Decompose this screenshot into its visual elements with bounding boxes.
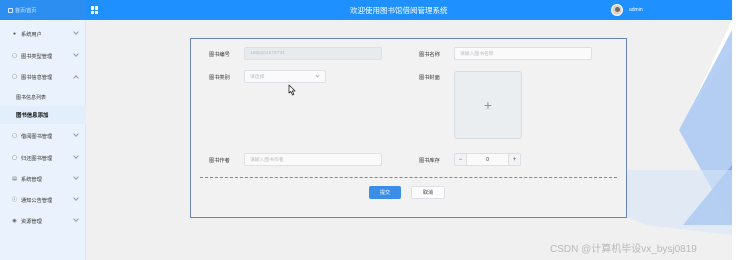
user-menu[interactable]: admin xyxy=(611,4,643,16)
top-bar: 首页/首页 欢迎使用图书馆借阅管理系统 admin xyxy=(0,0,732,20)
sidebar-item-label: 资源管理 xyxy=(21,218,42,225)
sidebar-item-borrow[interactable]: ▢ 借阅图书管理 xyxy=(0,127,86,145)
breadcrumb[interactable]: 首页/首页 xyxy=(0,0,86,20)
sidebar-item-label: 通知公告管理 xyxy=(21,197,53,204)
book-name-label: 图书名称 xyxy=(419,52,440,58)
chevron-down-icon xyxy=(73,51,79,57)
chevron-down-icon xyxy=(73,216,79,222)
book-name-input[interactable]: 请输入图书名称 xyxy=(454,47,592,60)
stock-value[interactable]: 0 xyxy=(467,157,508,163)
avatar[interactable] xyxy=(611,4,623,16)
sidebar-subitem-book-list[interactable]: 图书信息列表 xyxy=(0,88,86,106)
edit-icon: ▢ xyxy=(12,132,17,139)
breadcrumb-label: 首页/首页 xyxy=(15,7,37,14)
chevron-up-icon xyxy=(73,75,79,81)
info-icon: ⓘ xyxy=(12,196,18,203)
sidebar-item-book-info[interactable]: ▢ 图书信息管理 xyxy=(0,68,86,86)
plus-icon: + xyxy=(483,97,493,113)
book-no-input[interactable]: 1665204976734 xyxy=(244,47,382,60)
watermark: CSDN @计算机毕设vx_bysj0819 xyxy=(550,244,697,255)
sidebar-item-system-users[interactable]: ● 系统用户 xyxy=(0,25,86,43)
book-type-label: 图书类别 xyxy=(209,75,230,81)
sidebar-item-book-type[interactable]: ▢ 图书类型管理 xyxy=(0,47,86,65)
chevron-down-icon xyxy=(73,131,79,137)
user-icon: ● xyxy=(12,30,17,37)
sidebar-item-notice[interactable]: ⓘ 通知公告管理 xyxy=(0,191,86,209)
decrement-button[interactable]: − xyxy=(455,154,467,165)
sidebar-item-return[interactable]: ▢ 归还图书管理 xyxy=(0,149,86,167)
sidebar-item-label: 图书类型管理 xyxy=(21,53,53,60)
form-divider xyxy=(200,177,617,178)
home-icon xyxy=(8,7,13,13)
sidebar-item-label: 图书信息管理 xyxy=(21,74,53,81)
sidebar-item-resource[interactable]: ◉ 资源管理 xyxy=(0,212,86,230)
chevron-down-icon xyxy=(73,195,79,201)
main-content: 图书编号 1665204976734 图书名称 请输入图书名称 图书类别 请选择… xyxy=(87,20,732,260)
chevron-down-icon xyxy=(315,73,320,78)
book-no-label: 图书编号 xyxy=(209,52,230,58)
mouse-cursor-icon xyxy=(288,84,296,96)
scrollbar[interactable] xyxy=(732,0,748,260)
edit-icon: ▢ xyxy=(12,73,17,80)
sidebar: ● 系统用户 ▢ 图书类型管理 ▢ 图书信息管理 图书信息列表 图书信息添加 ▢… xyxy=(0,20,86,260)
sidebar-item-label: 系统用户 xyxy=(21,31,42,38)
bulb-icon: ◉ xyxy=(12,217,17,224)
sidebar-item-label: 归还图书管理 xyxy=(21,155,53,162)
sidebar-item-system[interactable]: ▤ 系统管理 xyxy=(0,170,86,188)
image-icon: ▤ xyxy=(12,175,17,182)
book-add-form: 图书编号 1665204976734 图书名称 请输入图书名称 图书类别 请选择… xyxy=(190,38,627,218)
cover-upload[interactable]: + xyxy=(454,71,522,139)
stock-stepper[interactable]: − 0 + xyxy=(454,153,521,166)
submit-button[interactable]: 提交 xyxy=(369,186,401,199)
stock-label: 图书库存 xyxy=(419,158,440,164)
username-label[interactable]: admin xyxy=(629,7,643,13)
increment-button[interactable]: + xyxy=(508,154,520,165)
chevron-down-icon xyxy=(73,174,79,180)
author-label: 图书作者 xyxy=(209,158,230,164)
chevron-down-icon xyxy=(73,153,79,159)
book-type-select[interactable]: 请选择 xyxy=(244,70,326,83)
chevron-down-icon xyxy=(73,29,79,35)
menu-grid-icon[interactable] xyxy=(91,6,99,14)
edit-icon: ▢ xyxy=(12,52,17,59)
edit-icon: ▢ xyxy=(12,154,17,161)
sidebar-item-label: 系统管理 xyxy=(21,176,42,183)
sidebar-item-label: 借阅图书管理 xyxy=(21,133,53,140)
cancel-button[interactable]: 取消 xyxy=(411,186,445,199)
author-input[interactable]: 请输入图书作者 xyxy=(244,153,382,166)
app-window: 首页/首页 欢迎使用图书馆借阅管理系统 admin ● 系统用户 ▢ 图书类型管… xyxy=(0,0,748,260)
book-type-placeholder: 请选择 xyxy=(250,75,265,80)
page-title: 欢迎使用图书馆借阅管理系统 xyxy=(350,6,448,15)
sidebar-subitem-book-add[interactable]: 图书信息添加 xyxy=(0,106,86,124)
cover-label: 图书封面 xyxy=(419,75,440,81)
